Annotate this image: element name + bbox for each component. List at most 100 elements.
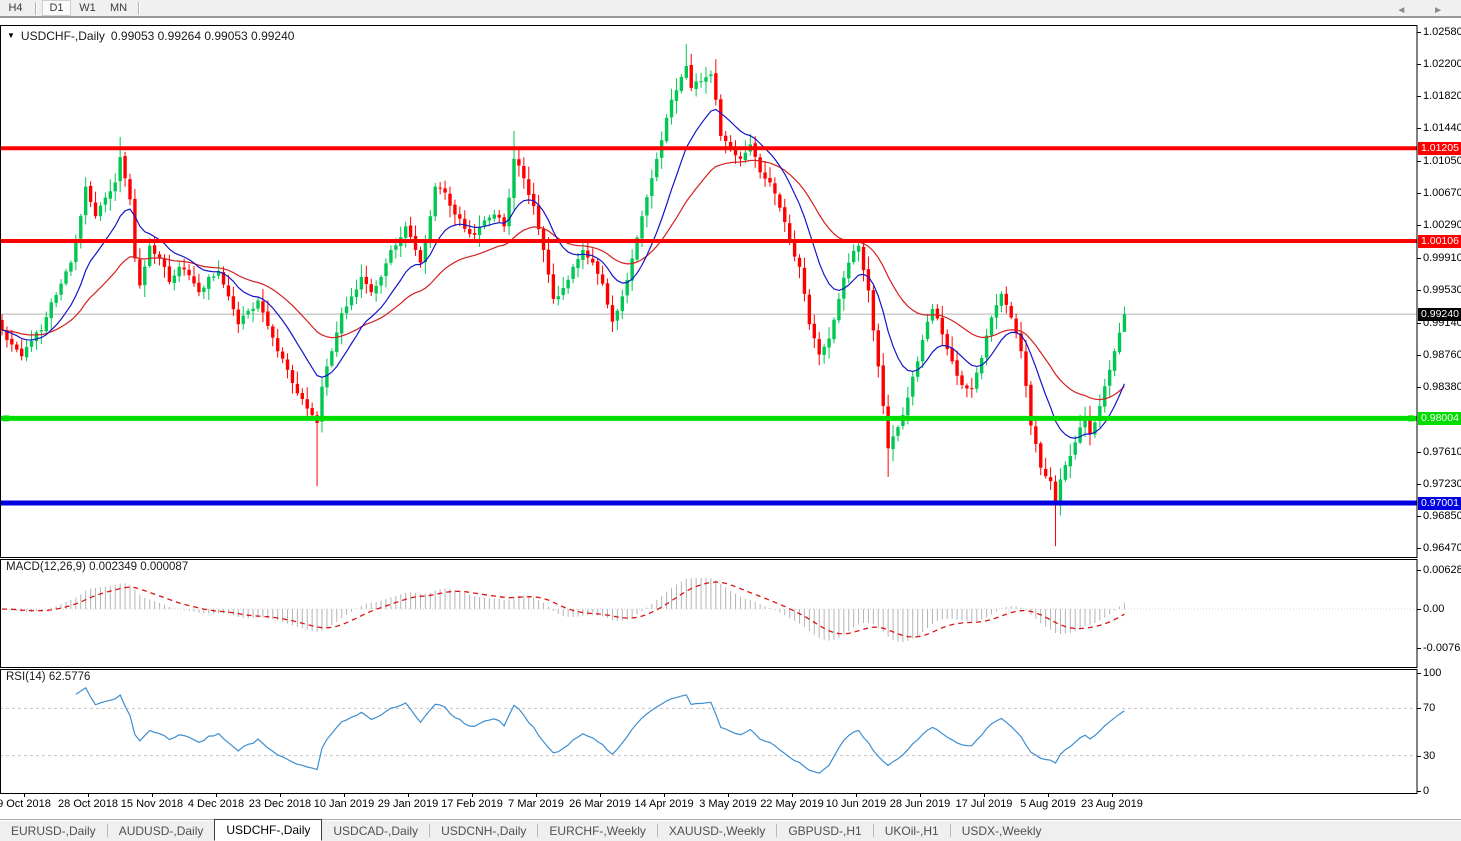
macd-panel[interactable]	[1, 560, 1418, 668]
date-tick-label: 23 Aug 2019	[1070, 798, 1154, 810]
axis-tick	[1417, 323, 1421, 324]
date-tick	[1048, 793, 1049, 797]
axis-tick	[1417, 355, 1421, 356]
date-tick	[280, 793, 281, 797]
date-axis: 9 Oct 201828 Oct 201815 Nov 20184 Dec 20…	[0, 793, 1418, 817]
price-tick-label: 1.01050	[1423, 155, 1461, 167]
hline-price-badge: 1.01205	[1418, 142, 1461, 155]
timeframe-button-h4[interactable]: H4	[1, 0, 30, 16]
symbol-dropdown-icon[interactable]: ▼	[7, 31, 15, 40]
date-tick	[152, 793, 153, 797]
symbol-tab-xauusd-weekly[interactable]: XAUUSD-,Weekly	[658, 822, 776, 841]
axis-tick	[1417, 791, 1421, 792]
mt4-chart-window: H4 D1W1MN ▼ USDCHF-,Daily 0.99053 0.99264…	[0, 0, 1461, 841]
date-tick	[24, 793, 25, 797]
tab-scroll-arrows[interactable]: ◄ ►	[1396, 5, 1455, 16]
axis-tick	[1417, 225, 1421, 226]
hline-handle[interactable]	[3, 415, 9, 421]
symbol-tab-eurusd-daily[interactable]: EURUSD-,Daily	[0, 822, 107, 841]
symbol-tab-gbpusd-h1[interactable]: GBPUSD-,H1	[777, 822, 872, 841]
axis-tick	[1417, 161, 1421, 162]
symbol-tab-bar: EURUSD-,DailyAUDUSD-,DailyUSDCHF-,DailyU…	[0, 819, 1461, 841]
macd-indicator-label: MACD(12,26,9) 0.002349 0.000087	[6, 561, 188, 573]
symbol-tab-usdchf-daily[interactable]: USDCHF-,Daily	[214, 819, 322, 841]
date-tick	[856, 793, 857, 797]
price-tick-label: 1.01440	[1423, 122, 1461, 134]
timeframe-button-w1[interactable]: W1	[73, 0, 102, 16]
hline-handle[interactable]	[1408, 415, 1414, 421]
macd-tick-label: -0.00762	[1423, 642, 1461, 654]
price-tick-label: 1.02580	[1423, 26, 1461, 38]
symbol-tab-usdcnh-daily[interactable]: USDCNH-,Daily	[430, 822, 537, 841]
chart-symbol-title: USDCHF-,Daily	[21, 29, 105, 43]
hline-price-badge: 1.00106	[1418, 235, 1461, 248]
chart-canvas[interactable]	[0, 25, 1418, 794]
axis-tick	[1417, 648, 1421, 649]
date-tick	[216, 793, 217, 797]
macd-tick-label: 0.00	[1423, 603, 1444, 615]
price-tick-label: 0.96470	[1423, 542, 1461, 554]
rsi-tick-label: 30	[1423, 750, 1435, 762]
axis-tick	[1417, 756, 1421, 757]
price-tick-label: 0.97610	[1423, 446, 1461, 458]
axis-tick	[1417, 570, 1421, 571]
chart-ohlc-values: 0.99053 0.99264 0.99053 0.99240	[111, 29, 295, 43]
symbol-tab-eurchf-weekly[interactable]: EURCHF-,Weekly	[538, 822, 656, 841]
date-tick	[408, 793, 409, 797]
date-tick	[792, 793, 793, 797]
timeframe-toolbar: H4 D1W1MN	[0, 0, 1461, 18]
price-tick-label: 1.00670	[1423, 187, 1461, 199]
axis-tick	[1417, 96, 1421, 97]
chart-header: ▼ USDCHF-,Daily 0.99053 0.99264 0.99053 …	[7, 29, 294, 43]
symbol-tab-audusd-daily[interactable]: AUDUSD-,Daily	[108, 822, 215, 841]
axis-tick	[1417, 516, 1421, 517]
axis-tick	[1417, 452, 1421, 453]
price-tick-label: 0.96850	[1423, 510, 1461, 522]
symbol-tab-usdcad-daily[interactable]: USDCAD-,Daily	[322, 822, 429, 841]
date-tick	[88, 793, 89, 797]
axis-tick	[1417, 708, 1421, 709]
axis-tick	[1417, 484, 1421, 485]
price-tick-label: 0.97230	[1423, 478, 1461, 490]
timeframe-button-mn[interactable]: MN	[104, 0, 133, 16]
price-axis: 1.02580 1.02200 1.01820 1.01440 1.01050 1.006…	[1418, 0, 1461, 818]
symbol-tab-usdx-weekly[interactable]: USDX-,Weekly	[951, 822, 1053, 841]
date-tick	[536, 793, 537, 797]
date-tick	[984, 793, 985, 797]
axis-tick	[1417, 609, 1421, 610]
price-tick-label: 0.98760	[1423, 349, 1461, 361]
axis-tick	[1417, 548, 1421, 549]
symbol-tab-ukoil-h1[interactable]: UKOil-,H1	[874, 822, 950, 841]
price-tick-label: 1.01820	[1423, 90, 1461, 102]
price-tick-label: 1.00290	[1423, 219, 1461, 231]
timeframe-button-d1[interactable]: D1	[42, 0, 71, 16]
date-tick	[664, 793, 665, 797]
axis-tick	[1417, 32, 1421, 33]
rsi-tick-label: 0	[1423, 785, 1429, 797]
rsi-panel[interactable]	[1, 670, 1418, 794]
rsi-tick-label: 100	[1423, 667, 1441, 679]
axis-tick	[1417, 387, 1421, 388]
main-panel[interactable]	[1, 26, 1418, 558]
macd-tick-label: 0.006286	[1423, 564, 1461, 576]
axis-tick	[1417, 258, 1421, 259]
toolbar-separator	[138, 2, 140, 15]
price-tick-label: 0.99530	[1423, 284, 1461, 296]
price-tick-label: 1.02200	[1423, 58, 1461, 70]
date-tick	[600, 793, 601, 797]
hline-price-badge: 0.97001	[1418, 497, 1461, 510]
axis-tick	[1417, 64, 1421, 65]
price-tick-label: 0.98380	[1423, 381, 1461, 393]
date-tick	[344, 793, 345, 797]
date-tick	[472, 793, 473, 797]
date-tick	[728, 793, 729, 797]
price-tick-label: 0.99910	[1423, 252, 1461, 264]
toolbar-separator	[35, 2, 37, 15]
axis-tick	[1417, 673, 1421, 674]
axis-tick	[1417, 128, 1421, 129]
rsi-indicator-label: RSI(14) 62.5776	[6, 671, 90, 683]
axis-tick	[1417, 193, 1421, 194]
date-tick	[1112, 793, 1113, 797]
rsi-tick-label: 70	[1423, 702, 1435, 714]
axis-tick	[1417, 290, 1421, 291]
